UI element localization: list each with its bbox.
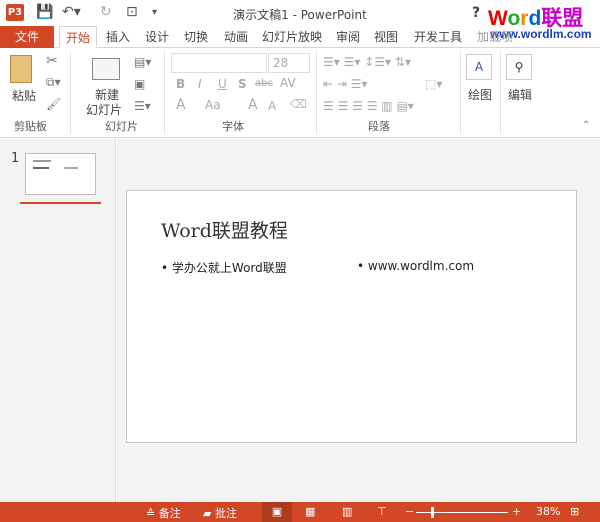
indent-icons[interactable]: ⇤ ⇥ ☰▾ [323, 77, 368, 91]
tab-animations[interactable]: 动画 [221, 26, 251, 48]
tab-addins[interactable]: 加载项 [475, 26, 515, 48]
bullets-icon[interactable]: ☰▾ ☰▾ ↕☰▾ ⇅▾ [323, 55, 411, 69]
slide-number: 1 [11, 151, 20, 166]
collapse-ribbon-icon[interactable]: ⌃ [582, 120, 590, 131]
tab-developer[interactable]: 开发工具 [412, 26, 464, 48]
slide-sorter-button[interactable]: ▦ [305, 505, 315, 518]
tab-home[interactable]: 开始 [59, 26, 97, 48]
slide-title[interactable]: Word联盟教程 [161, 216, 288, 243]
bullet-text: 学办公就上Word联盟 [171, 261, 287, 275]
group-label-clipboard: 剪贴板 [14, 120, 47, 133]
help-button[interactable]: ? [472, 5, 480, 21]
group-label-paragraph: 段落 [368, 120, 390, 133]
slide-thumbnail[interactable] [25, 153, 96, 195]
grow-font-button[interactable]: A [248, 97, 258, 113]
editing-button[interactable]: 编辑 [508, 86, 532, 103]
zoom-slider-thumb[interactable] [431, 507, 434, 518]
group-label-slides: 幻灯片 [105, 120, 138, 133]
font-size-input[interactable]: 28 [268, 53, 310, 73]
binoculars-icon[interactable]: ⚲ [506, 54, 532, 80]
character-spacing-button[interactable]: AV [280, 76, 296, 90]
tab-review[interactable]: 审阅 [334, 26, 362, 48]
new-slide-label-2[interactable]: 幻灯片 [86, 101, 122, 118]
layout-icon[interactable]: ▤▾ [134, 55, 151, 69]
tab-file[interactable]: 文件 [0, 26, 54, 48]
bullet-right[interactable]: • www.wordlm.com [357, 259, 474, 273]
reset-icon[interactable]: ▣ [134, 77, 145, 91]
underline-button[interactable]: U [218, 77, 227, 91]
paste-button[interactable]: 粘贴 [12, 87, 36, 104]
group-label-font: 字体 [222, 120, 244, 133]
comments-label: 批注 [214, 507, 237, 520]
slide-canvas[interactable]: Word联盟教程 • 学办公就上Word联盟 • www.wordlm.com [126, 190, 577, 443]
notes-label: 备注 [158, 507, 181, 520]
zoom-out-button[interactable]: − [405, 505, 414, 518]
shrink-font-button[interactable]: A [268, 99, 276, 113]
slideshow-button[interactable]: ⊤ [377, 505, 387, 518]
drawing-button[interactable]: 绘图 [468, 86, 492, 103]
ribbon-tabs: 文件 开始 插入 设计 切换 动画 幻灯片放映 审阅 视图 开发工具 加载项 [0, 26, 600, 48]
shadow-button[interactable]: S [238, 77, 247, 91]
strikethrough-button[interactable]: abc [255, 78, 273, 89]
align-text-icon[interactable]: ⬚▾ [425, 77, 442, 91]
cut-icon[interactable]: ✂ [46, 53, 58, 69]
status-bar: ≙ 备注 ▰ 批注 ▣ ▦ ▥ ⊤ − + 38% ⊞ [0, 502, 600, 522]
copy-icon[interactable]: ⧉▾ [46, 75, 61, 90]
paste-icon[interactable] [10, 55, 32, 83]
tab-design[interactable]: 设计 [142, 26, 172, 48]
reading-view-button[interactable]: ▥ [342, 505, 352, 518]
tab-transitions[interactable]: 切换 [181, 26, 211, 48]
title-bar: P3 💾 ↶▾ ↻ ⊡ ▾ 演示文稿1 - PowerPoint ? Word联… [0, 0, 600, 41]
alignment-icons[interactable]: ☰ ☰ ☰ ☰ ▥ ▤▾ [323, 99, 414, 113]
new-slide-icon[interactable] [92, 58, 120, 80]
insertion-marker [20, 202, 101, 204]
notes-button[interactable]: ≙ 备注 [146, 505, 181, 521]
zoom-in-button[interactable]: + [512, 505, 521, 518]
tab-view[interactable]: 视图 [372, 26, 400, 48]
comments-button[interactable]: ▰ 批注 [203, 505, 237, 521]
zoom-slider[interactable] [416, 512, 508, 513]
bullet-left[interactable]: • 学办公就上Word联盟 [161, 259, 287, 276]
bold-button[interactable]: B [176, 77, 185, 91]
font-color-button[interactable]: A [176, 97, 186, 113]
fit-to-window-icon[interactable]: ⊞ [570, 505, 579, 518]
clear-formatting-icon[interactable]: ⌫ [290, 97, 307, 111]
bullet-text: www.wordlm.com [367, 259, 475, 273]
zoom-level[interactable]: 38% [536, 505, 560, 518]
normal-view-button[interactable]: ▣ [262, 502, 292, 522]
tab-insert[interactable]: 插入 [103, 26, 133, 48]
tab-slideshow[interactable]: 幻灯片放映 [261, 26, 323, 48]
change-case-button[interactable]: Aa [205, 98, 221, 112]
format-painter-icon[interactable]: 🖌 [46, 97, 61, 111]
font-name-input[interactable] [171, 53, 267, 73]
section-icon[interactable]: ☰▾ [134, 99, 151, 113]
italic-button[interactable]: I [198, 77, 202, 91]
drawing-icon[interactable]: A [466, 54, 492, 80]
